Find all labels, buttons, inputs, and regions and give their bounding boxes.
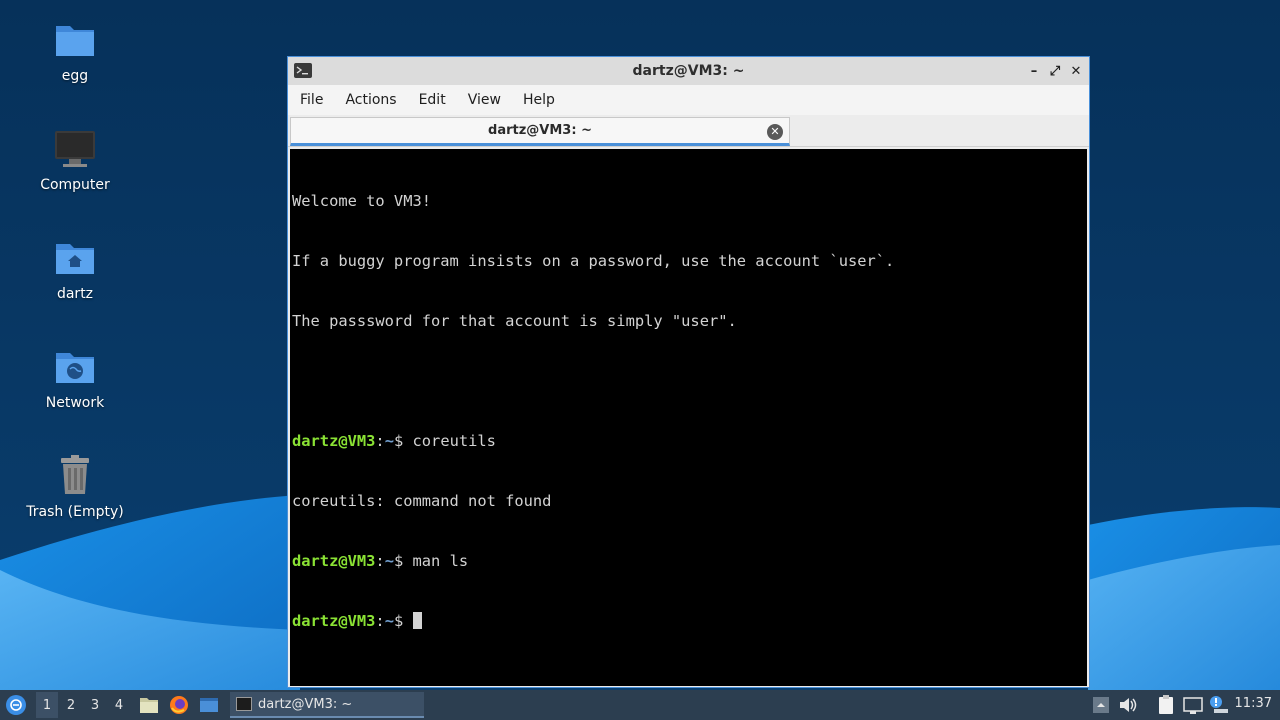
clipboard-icon[interactable]: [1155, 694, 1177, 716]
terminal-line: coreutils: command not found: [292, 492, 552, 510]
prompt-user: dartz@VM3: [292, 552, 376, 570]
menu-edit[interactable]: Edit: [419, 92, 446, 108]
terminal-app-icon: [294, 63, 312, 78]
taskbar: 1 2 3 4 dartz@VM3: ~ 11:37: [0, 690, 1280, 720]
start-menu-button[interactable]: [6, 695, 26, 715]
minimize-button[interactable]: –: [1025, 61, 1043, 81]
terminal-window[interactable]: dartz@VM3: ~ – ⤢ ✕ File Actions Edit Vie…: [287, 56, 1090, 688]
workspace-4[interactable]: 4: [108, 692, 130, 718]
terminal-prompt-line: dartz@VM3:~$: [292, 611, 1085, 631]
desktop-icon-dartz[interactable]: dartz: [20, 236, 130, 302]
clock[interactable]: 11:37: [1235, 696, 1272, 711]
prompt-path: ~: [384, 612, 394, 630]
prompt-command: coreutils: [412, 432, 496, 450]
prompt-separator: :: [375, 552, 385, 570]
firefox-icon[interactable]: [168, 694, 190, 716]
network-monitor-icon[interactable]: [1182, 694, 1204, 716]
terminal-line: The passsword for that account is simply…: [292, 312, 737, 330]
window-titlebar[interactable]: dartz@VM3: ~ – ⤢ ✕: [288, 57, 1089, 85]
prompt-dollar: $: [393, 552, 413, 570]
desktop-icon-label: egg: [61, 68, 89, 84]
prompt-dollar: $: [393, 432, 413, 450]
lubuntu-logo-icon: [10, 699, 22, 711]
desktop-icon-label: Network: [45, 395, 105, 411]
terminal-prompt-line: dartz@VM3:~$ coreutils: [292, 431, 1085, 451]
tab-close-icon[interactable]: ✕: [767, 124, 783, 140]
terminal-cursor[interactable]: [412, 612, 422, 629]
prompt-path: ~: [384, 432, 394, 450]
terminal-prompt-line: dartz@VM3:~$ man ls: [292, 551, 1085, 571]
desktop-icon-label: Computer: [40, 177, 110, 193]
home-folder-icon: [56, 244, 94, 274]
desktop-icon-label: Trash (Empty): [26, 504, 124, 520]
file-manager-icon[interactable]: [138, 694, 160, 716]
tab-label: dartz@VM3: ~: [488, 123, 592, 138]
taskbar-window-button[interactable]: dartz@VM3: ~: [230, 692, 424, 718]
prompt-user: dartz@VM3: [292, 612, 376, 630]
workspace-3[interactable]: 3: [84, 692, 106, 718]
close-button[interactable]: ✕: [1067, 61, 1085, 81]
terminal-output[interactable]: Welcome to VM3! If a buggy program insis…: [290, 149, 1087, 686]
menu-bar: File Actions Edit View Help: [288, 85, 1089, 115]
prompt-user: dartz@VM3: [292, 432, 376, 450]
desktop-icon-network[interactable]: Network: [20, 345, 130, 411]
prompt-path: ~: [384, 552, 394, 570]
show-desktop-icon[interactable]: [198, 694, 220, 716]
menu-help[interactable]: Help: [523, 92, 555, 108]
tray-expand-icon[interactable]: [1090, 694, 1112, 716]
prompt-dollar: $: [393, 612, 413, 630]
taskbar-window-label: dartz@VM3: ~: [258, 696, 353, 712]
computer-icon: [55, 131, 95, 167]
window-title: dartz@VM3: ~: [632, 63, 745, 79]
trash-icon: [61, 455, 89, 494]
desktop-icon-egg[interactable]: egg: [20, 18, 130, 84]
prompt-separator: :: [375, 432, 385, 450]
folder-icon: [56, 26, 94, 56]
tab-terminal[interactable]: dartz@VM3: ~ ✕: [290, 117, 790, 146]
menu-file[interactable]: File: [300, 92, 323, 108]
network-folder-icon: [56, 353, 94, 383]
menu-actions[interactable]: Actions: [345, 92, 396, 108]
maximize-button[interactable]: ⤢: [1046, 61, 1064, 81]
terminal-task-icon: [236, 697, 252, 711]
prompt-separator: :: [375, 612, 385, 630]
workspace-2[interactable]: 2: [60, 692, 82, 718]
menu-view[interactable]: View: [468, 92, 501, 108]
notification-icon[interactable]: [1208, 694, 1230, 716]
tab-bar: dartz@VM3: ~ ✕: [288, 115, 1089, 147]
volume-icon[interactable]: [1117, 694, 1139, 716]
terminal-line: If a buggy program insists on a password…: [292, 252, 895, 270]
desktop-icon-computer[interactable]: Computer: [20, 127, 130, 193]
desktop-icon-label: dartz: [56, 286, 94, 302]
workspace-1[interactable]: 1: [36, 692, 58, 718]
terminal-line: Welcome to VM3!: [292, 192, 431, 210]
prompt-command: man ls: [412, 552, 469, 570]
desktop-icon-trash[interactable]: Trash (Empty): [20, 454, 130, 520]
